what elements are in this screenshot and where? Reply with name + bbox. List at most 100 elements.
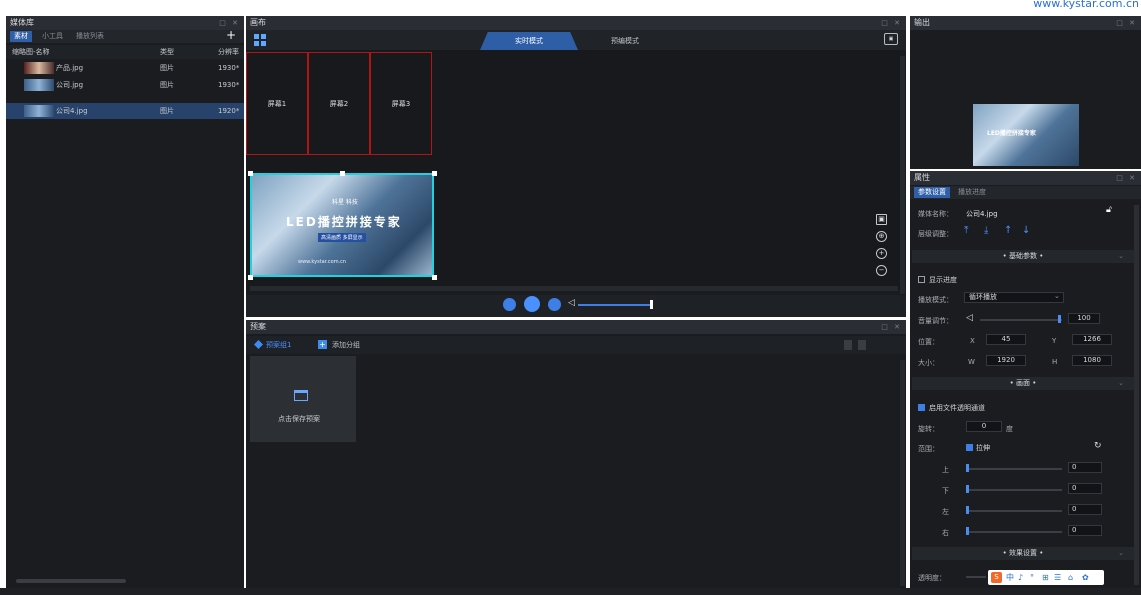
mode-live-tab[interactable]: 实时模式	[480, 32, 578, 50]
tab-widgets[interactable]: 小工具	[38, 31, 67, 42]
output-toggle-icon[interactable]: ▣	[884, 33, 898, 45]
col-res[interactable]: 分辨率	[218, 45, 239, 59]
tab-params[interactable]: 参数设置	[914, 187, 950, 198]
canvas-media-item[interactable]: 科星 科技 LED播控拼接专家 高清画质 多屏显示 www.kystar.com…	[250, 173, 434, 277]
crop-left-knob[interactable]	[966, 506, 969, 514]
add-group-icon[interactable]: +	[318, 340, 327, 349]
tab-preset-group-1[interactable]: 预案组1	[266, 340, 291, 350]
row-res: 1920*	[218, 107, 240, 115]
crop-top-input[interactable]: 0	[1068, 462, 1102, 473]
section-basic[interactable]: • 基础参数 • ⌄	[912, 250, 1134, 263]
crop-top-slider[interactable]	[966, 468, 1062, 470]
layer-top-icon[interactable]: ⤒	[964, 225, 968, 236]
screen-1[interactable]: 屏幕1	[246, 52, 308, 155]
ime-item[interactable]: ☰	[1054, 570, 1061, 585]
fit-screen-icon[interactable]: ▣	[876, 214, 887, 225]
col-type[interactable]: 类型	[160, 45, 174, 59]
ime-item[interactable]: ⊞	[1042, 570, 1049, 585]
ime-item[interactable]: 中	[1006, 570, 1014, 585]
lock-icon[interactable]: 🔓︎	[1106, 205, 1112, 215]
chevron-down-icon[interactable]: ⌄	[1118, 547, 1124, 560]
add-media-button[interactable]: +	[226, 28, 236, 42]
screen-3[interactable]: 屏幕3	[370, 52, 432, 155]
tab-playlist[interactable]: 播放列表	[72, 31, 108, 42]
resize-handle[interactable]	[432, 171, 437, 176]
crop-bottom-knob[interactable]	[966, 485, 969, 493]
save-preset-card[interactable]: 点击保存预案	[250, 356, 356, 442]
next-icon[interactable]	[858, 340, 866, 350]
ime-toolbar[interactable]: S 中 ♪ ° ⊞ ☰ ⌂ ✿	[988, 570, 1104, 585]
resize-handle[interactable]	[248, 171, 253, 176]
tab-media[interactable]: 素材	[10, 31, 32, 42]
play-mode-select[interactable]: 循环播放	[964, 292, 1064, 303]
resize-handle[interactable]	[340, 171, 345, 176]
output-title: 输出	[914, 18, 930, 27]
crop-top-knob[interactable]	[966, 464, 969, 472]
table-row[interactable]: 公司.jpg 图片 1930*	[6, 77, 244, 93]
properties-vscrollbar[interactable]	[1134, 205, 1139, 585]
chevron-down-icon[interactable]: ⌄	[1054, 292, 1060, 300]
pause-icon[interactable]	[503, 298, 516, 311]
panel-controls-icon[interactable]: □ ✕	[1116, 16, 1137, 30]
crop-bottom-slider[interactable]	[966, 489, 1062, 491]
zoom-in-icon[interactable]: +	[876, 248, 887, 259]
crop-left-slider[interactable]	[966, 510, 1062, 512]
table-row[interactable]: 产品.jpg 图片 1930*	[6, 60, 244, 76]
y-input[interactable]: 1266	[1072, 334, 1112, 345]
volume-prop-slider[interactable]	[980, 319, 1062, 321]
stretch-checkbox[interactable]	[966, 444, 973, 451]
preset-title: 预案	[250, 322, 266, 331]
zoom-out-icon[interactable]: −	[876, 265, 887, 276]
layer-bottom-icon[interactable]: ⤓	[984, 225, 988, 236]
panel-controls-icon[interactable]: □ ✕	[881, 16, 902, 30]
crop-right-input[interactable]: 0	[1068, 525, 1102, 536]
center-icon[interactable]: ⊕	[876, 231, 887, 242]
w-input[interactable]: 1920	[986, 355, 1026, 366]
crop-left-input[interactable]: 0	[1068, 504, 1102, 515]
volume-slider[interactable]	[578, 304, 652, 306]
x-input[interactable]: 45	[986, 334, 1026, 345]
crop-bottom-input[interactable]: 0	[1068, 483, 1102, 494]
chevron-down-icon[interactable]: ⌄	[1118, 250, 1124, 263]
crop-right-slider[interactable]	[966, 531, 1062, 533]
layer-up-icon[interactable]: ↑	[1004, 225, 1012, 236]
screen-2[interactable]: 屏幕2	[308, 52, 370, 155]
resize-handle[interactable]	[248, 275, 253, 280]
grid-view-icon[interactable]	[254, 34, 266, 46]
resize-handle[interactable]	[432, 275, 437, 280]
volume-icon[interactable]: ◁	[568, 298, 575, 308]
alpha-channel-checkbox[interactable]	[918, 404, 925, 411]
rotate-input[interactable]: 0	[966, 421, 1002, 432]
volume-prop-knob[interactable]	[1058, 315, 1061, 323]
row-res: 1930*	[218, 64, 240, 72]
add-group-button[interactable]: 添加分组	[332, 340, 360, 350]
volume-knob[interactable]	[650, 300, 653, 309]
col-name[interactable]: 缩略图-名称	[12, 45, 50, 59]
opacity-slider[interactable]	[966, 576, 986, 578]
stop-icon[interactable]	[548, 298, 561, 311]
mode-preview-tab[interactable]: 预编模式	[590, 32, 660, 50]
canvas-vscrollbar[interactable]	[900, 56, 905, 294]
section-effect[interactable]: • 效果设置 • ⌄	[912, 547, 1134, 560]
play-icon[interactable]	[524, 296, 540, 312]
library-hscrollbar[interactable]	[16, 579, 126, 583]
ime-item[interactable]: ⌂	[1068, 570, 1073, 585]
prev-icon[interactable]	[844, 340, 852, 350]
canvas-hscrollbar[interactable]	[250, 286, 898, 291]
h-input[interactable]: 1080	[1072, 355, 1112, 366]
panel-controls-icon[interactable]: □ ✕	[1116, 171, 1137, 185]
ime-item[interactable]: ✿	[1082, 570, 1089, 585]
tab-progress[interactable]: 播放进度	[954, 187, 990, 198]
table-row[interactable]: 公司4.jpg 图片 1920*	[6, 103, 244, 119]
reset-icon[interactable]: ↻	[1094, 441, 1102, 451]
preset-vscrollbar[interactable]	[900, 360, 905, 586]
ime-item[interactable]: °	[1030, 570, 1034, 585]
show-progress-checkbox[interactable]	[918, 276, 925, 283]
ime-item[interactable]: ♪	[1018, 570, 1023, 585]
crop-right-knob[interactable]	[966, 527, 969, 535]
section-picture[interactable]: • 画面 • ⌄	[912, 377, 1134, 390]
chevron-down-icon[interactable]: ⌄	[1118, 377, 1124, 390]
panel-controls-icon[interactable]: □ ✕	[881, 320, 902, 334]
volume-input[interactable]: 100	[1068, 313, 1100, 324]
layer-down-icon[interactable]: ↓	[1022, 225, 1030, 236]
